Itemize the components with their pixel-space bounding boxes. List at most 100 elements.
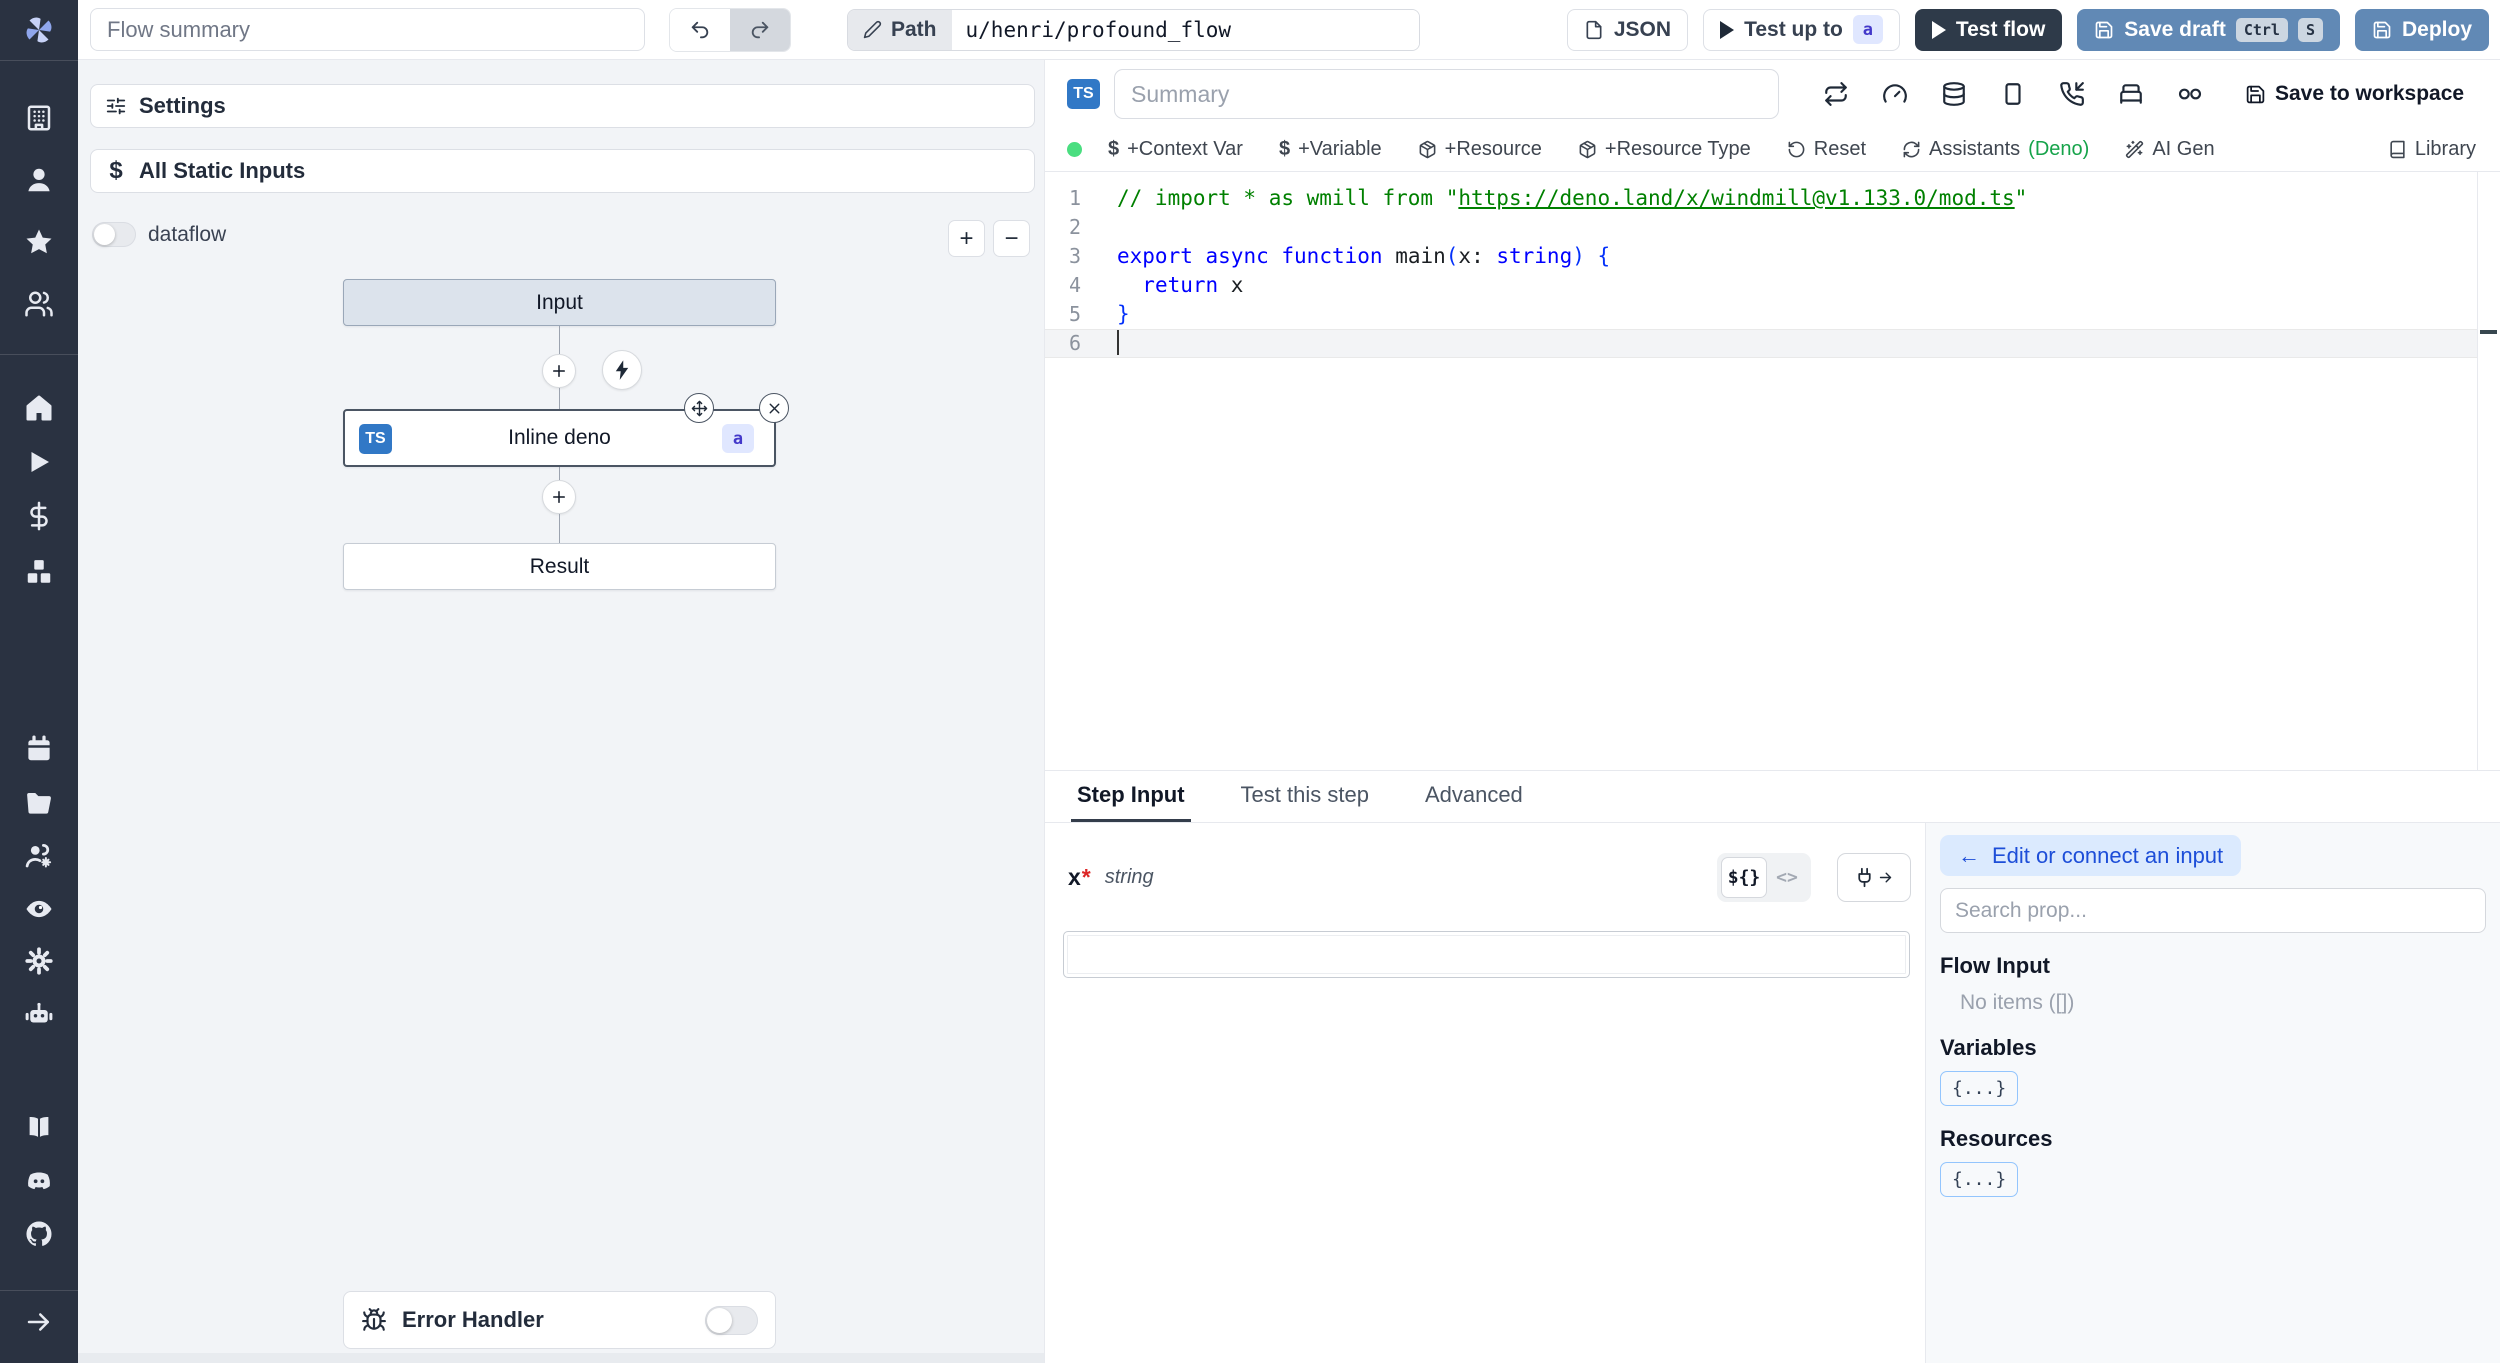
sidebar-item-workspace[interactable] [0, 96, 78, 140]
sidebar-item-groups-admin[interactable] [0, 834, 78, 878]
horizontal-scrollbar[interactable] [78, 1353, 1044, 1363]
error-handler-toggle[interactable] [705, 1305, 758, 1335]
result-node[interactable]: Result [343, 543, 776, 590]
sidebar-item-variables[interactable] [0, 494, 78, 538]
zoom-in-button[interactable]: + [948, 220, 985, 257]
code-line[interactable]: 1// import * as wmill from "https://deno… [1045, 184, 2500, 213]
flow-summary-input[interactable] [90, 8, 645, 51]
trigger-button[interactable] [602, 350, 642, 390]
test-up-to-button[interactable]: Test up to a [1703, 8, 1900, 51]
all-static-inputs-button[interactable]: $ All Static Inputs [90, 149, 1035, 193]
history-controls [669, 7, 791, 52]
library-button[interactable]: Library [2388, 138, 2476, 161]
test-flow-button[interactable]: Test flow [1914, 8, 2063, 51]
path-input[interactable] [951, 9, 1419, 50]
input-mode-toggle: ${} <> [1717, 853, 1811, 902]
code-line[interactable]: 6 [1045, 329, 2500, 358]
code-line[interactable]: 3 export async function main(x: string) { [1045, 242, 2500, 271]
wand-icon [2126, 140, 2144, 159]
edit-or-connect-button[interactable]: ← Edit or connect an input [1940, 835, 2242, 876]
topbar-actions: JSON Test up to a Test flow Save draft C… [1566, 8, 2489, 51]
input-node[interactable]: Input [343, 279, 776, 326]
move-step-button[interactable] [684, 393, 714, 423]
tab-step-input[interactable]: Step Input [1071, 771, 1191, 822]
deploy-button[interactable]: Deploy [2354, 8, 2489, 51]
code-line[interactable]: 4 return x [1045, 271, 2500, 300]
plus-icon [553, 365, 565, 377]
file-icon [1586, 20, 1602, 39]
sidebar-item-docs[interactable] [0, 1105, 78, 1149]
add-resource-button[interactable]: +Resource [1418, 138, 1542, 161]
sidebar-item-home[interactable] [0, 386, 78, 430]
tab-test-this-step[interactable]: Test this step [1235, 771, 1375, 822]
add-resource-type-button[interactable]: +Resource Type [1578, 138, 1751, 161]
dollar-icon: $ [109, 157, 123, 184]
ai-gen-button[interactable]: AI Gen [2125, 138, 2215, 161]
delete-step-button[interactable] [759, 393, 789, 423]
kbd-ctrl: Ctrl [2235, 17, 2288, 42]
retry-repeat-icon[interactable] [1823, 81, 1849, 107]
sidebar-item-resources[interactable] [0, 550, 78, 594]
sidebar-item-schedules[interactable] [0, 727, 78, 771]
code-editor[interactable]: 1// import * as wmill from "https://deno… [1045, 172, 2500, 770]
connect-input-button[interactable] [1837, 853, 1911, 902]
variables-object-chip[interactable]: {...} [1940, 1071, 2019, 1106]
save-icon [2246, 85, 2265, 103]
mock-square-icon[interactable] [2000, 81, 2026, 107]
template-mode-button[interactable]: ${} [1721, 857, 1767, 898]
add-variable-button[interactable]: $ +Variable [1279, 138, 1382, 161]
sidebar-item-user[interactable] [0, 158, 78, 202]
step-node-label: Inline deno [508, 426, 611, 449]
step-tabs: Step Input Test this step Advanced [1045, 771, 2500, 823]
search-prop-input[interactable] [1940, 888, 2486, 933]
save-to-workspace-button[interactable]: Save to workspace [2245, 82, 2464, 106]
tab-advanced[interactable]: Advanced [1419, 771, 1529, 822]
zoom-out-button[interactable]: − [993, 220, 1030, 257]
step-node-inline-deno[interactable]: TS Inline deno a [343, 409, 776, 467]
redo-button[interactable] [730, 8, 790, 51]
plus-icon [553, 491, 565, 503]
windmill-logo[interactable] [0, 8, 78, 52]
rotate-ccw-icon [1788, 141, 1805, 158]
suspend-phone-incoming-icon[interactable] [2059, 81, 2085, 107]
step-input-pane: x * string ${} <> [1045, 823, 1925, 1363]
sidebar-item-workers[interactable] [0, 993, 78, 1037]
resources-object-chip[interactable]: {...} [1940, 1162, 2019, 1197]
code-mode-button[interactable]: <> [1767, 857, 1807, 898]
resources-section-title: Resources [1940, 1126, 2053, 1151]
cache-database-icon[interactable] [1941, 81, 1967, 107]
editor-overview-ruler[interactable] [2477, 172, 2500, 770]
assistants-button[interactable]: Assistants (Deno) [1902, 138, 2089, 161]
sidebar-item-folders[interactable] [0, 781, 78, 825]
add-step-button[interactable] [542, 354, 576, 388]
early-stop-gauge-icon[interactable] [1882, 81, 1908, 107]
arg-value-input[interactable] [1063, 931, 1910, 978]
connect-input-panel: ← Edit or connect an input Flow Input No… [1925, 823, 2500, 1363]
sidebar-item-groups[interactable] [0, 282, 78, 326]
error-handler[interactable]: Error Handler [343, 1291, 776, 1349]
reset-button[interactable]: Reset [1787, 138, 1866, 161]
concurrency-voicemail-icon[interactable] [2177, 81, 2203, 107]
sleep-bed-icon[interactable] [2118, 81, 2144, 107]
add-step-button[interactable] [542, 480, 576, 514]
code-line[interactable]: 2 [1045, 213, 2500, 242]
sidebar-item-runs[interactable] [0, 440, 78, 484]
sidebar-item-favorites[interactable] [0, 220, 78, 264]
sidebar-item-settings[interactable] [0, 939, 78, 983]
sidebar-expand-button[interactable] [0, 1300, 78, 1344]
save-draft-button[interactable]: Save draft Ctrl S [2077, 8, 2340, 51]
dataflow-toggle[interactable] [92, 222, 136, 247]
sidebar-item-discord[interactable] [0, 1159, 78, 1203]
package-icon [1419, 140, 1436, 159]
json-button[interactable]: JSON [1566, 8, 1689, 51]
add-context-var-button[interactable]: $ +Context Var [1108, 138, 1243, 161]
undo-button[interactable] [670, 8, 730, 51]
settings-button[interactable]: Settings [90, 84, 1035, 128]
path-label[interactable]: Path [848, 9, 952, 50]
bug-icon [362, 1308, 386, 1331]
step-summary-input[interactable] [1114, 69, 1779, 119]
book-icon [2390, 140, 2405, 159]
sidebar-item-github[interactable] [0, 1212, 78, 1256]
code-line[interactable]: 5} [1045, 300, 2500, 329]
sidebar-item-audit-logs[interactable] [0, 887, 78, 931]
